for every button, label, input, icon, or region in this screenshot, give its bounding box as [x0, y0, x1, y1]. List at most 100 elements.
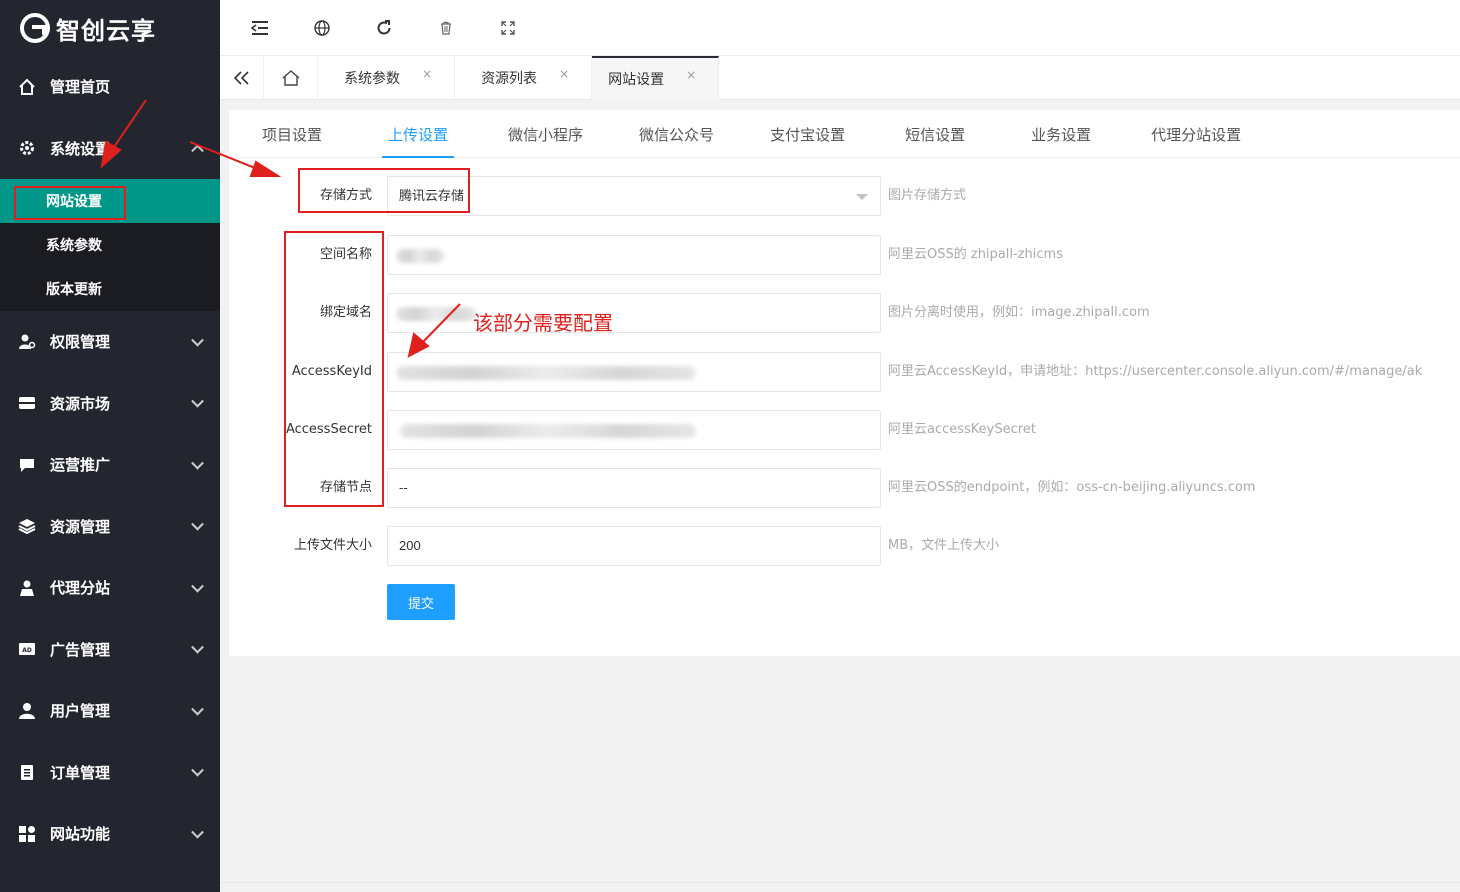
- sidebar-subitem-version-update[interactable]: 版本更新: [0, 267, 220, 311]
- subtab-agent-site-settings[interactable]: 代理分站设置: [1151, 110, 1241, 158]
- logo-icon: [20, 13, 50, 43]
- sidebar-item-permissions[interactable]: 权限管理: [0, 311, 220, 373]
- footer-divider: [220, 882, 1460, 883]
- access-key-id-input[interactable]: [387, 352, 881, 392]
- sidebar-item-label: 用户管理: [50, 702, 111, 721]
- home-icon: [18, 78, 36, 96]
- chevron-down-icon: [191, 333, 204, 347]
- subtab-wechat-miniprogram[interactable]: 微信小程序: [508, 110, 583, 158]
- annotation-box-config-fields: [284, 231, 384, 507]
- ad-icon: AD: [18, 640, 36, 658]
- tab-label: 资源列表: [481, 71, 538, 87]
- sidebar-item-resource-management[interactable]: 资源管理: [0, 496, 220, 558]
- redacted-value: [400, 424, 696, 438]
- sidebar: 智创云享 管理首页 系统设置 网站设置 系统参数 版本更新 权限管理 资源市场: [0, 0, 220, 892]
- home-tab-icon[interactable]: [264, 56, 318, 100]
- access-secret-input[interactable]: [387, 410, 881, 450]
- sidebar-item-label: 代理分站: [50, 579, 111, 598]
- collapse-menu-icon[interactable]: [250, 18, 270, 38]
- sidebar-item-ads[interactable]: AD 广告管理: [0, 619, 220, 681]
- subtab-project-settings[interactable]: 项目设置: [262, 110, 322, 158]
- access-key-id-hint: 阿里云AccessKeyId，申请地址：https://usercenter.c…: [888, 364, 1423, 379]
- sidebar-item-promotion[interactable]: 运营推广: [0, 434, 220, 496]
- globe-icon[interactable]: [312, 18, 332, 38]
- upload-size-label: 上传文件大小: [293, 538, 372, 553]
- sidebar-item-label: 权限管理: [50, 333, 111, 352]
- form-row-access-secret: AccessSecret 阿里云accessKeySecret: [229, 410, 1460, 450]
- subtab-alipay-settings[interactable]: 支付宝设置: [770, 110, 845, 158]
- clipboard-icon: [18, 763, 36, 781]
- form-row-endpoint: 存储节点 -- 阿里云OSS的endpoint，例如：oss-cn-beijin…: [229, 468, 1460, 508]
- trash-icon[interactable]: [436, 18, 456, 38]
- sidebar-item-label: 广告管理: [50, 640, 111, 659]
- sidebar-item-resource-market[interactable]: 资源市场: [0, 373, 220, 435]
- gear-icon: [18, 139, 36, 157]
- grid-icon: [18, 825, 36, 843]
- sidebar-item-label: 网站功能: [50, 825, 111, 844]
- sidebar-item-label: 订单管理: [50, 763, 111, 782]
- subtab-sms-settings[interactable]: 短信设置: [905, 110, 965, 158]
- user-key-icon: [18, 333, 36, 351]
- chevron-down-icon: [191, 641, 204, 654]
- logo[interactable]: 智创云享: [0, 0, 220, 56]
- tab-system-params[interactable]: 系统参数 ×: [318, 56, 456, 100]
- close-icon[interactable]: ×: [422, 67, 432, 81]
- sidebar-subitem-system-params[interactable]: 系统参数: [0, 223, 220, 267]
- subtab-upload-settings[interactable]: 上传设置: [382, 110, 455, 158]
- tab-label: 网站设置: [608, 72, 665, 88]
- chevron-down-icon: [191, 456, 204, 470]
- annotation-text: 该部分需要配置: [473, 311, 613, 335]
- sidebar-item-site-features[interactable]: 网站功能: [0, 803, 220, 865]
- endpoint-hint: 阿里云OSS的endpoint，例如：oss-cn-beijing.aliyun…: [888, 480, 1256, 495]
- form-row-domain: 绑定域名 图片分离时使用，例如：image.zhipall.com: [229, 293, 1460, 333]
- form-row-upload-size: 上传文件大小 200 MB，文件上传大小: [229, 526, 1460, 566]
- bucket-input[interactable]: [387, 235, 881, 275]
- submit-button[interactable]: 提交: [387, 584, 455, 620]
- logo-text: 智创云享: [56, 16, 156, 45]
- subtab-business-settings[interactable]: 业务设置: [1031, 110, 1091, 158]
- redacted-value: [396, 249, 444, 263]
- sidebar-item-system-settings[interactable]: 系统设置: [0, 118, 220, 180]
- layers-icon: [18, 517, 36, 535]
- chevron-down-icon: [191, 579, 204, 593]
- store-icon: [18, 394, 36, 412]
- chevron-down-icon: [191, 395, 204, 408]
- redacted-value: [396, 366, 696, 380]
- subtab-wechat-official[interactable]: 微信公众号: [639, 110, 714, 158]
- page-tabs-bar: 系统参数 × 资源列表 × 网站设置 ×: [220, 56, 1460, 100]
- tabs-scroll-left-icon[interactable]: [220, 56, 264, 100]
- sidebar-item-label: 资源管理: [50, 517, 111, 536]
- access-secret-hint: 阿里云accessKeySecret: [888, 422, 1036, 437]
- fullscreen-icon[interactable]: [498, 18, 518, 38]
- sidebar-item-agent-sites[interactable]: 代理分站: [0, 557, 220, 619]
- agent-icon: [18, 579, 36, 597]
- svg-text:AD: AD: [22, 647, 32, 654]
- sidebar-item-users[interactable]: 用户管理: [0, 680, 220, 742]
- chevron-down-icon: [191, 702, 204, 716]
- refresh-icon[interactable]: [374, 18, 394, 38]
- close-icon[interactable]: ×: [686, 68, 696, 82]
- close-icon[interactable]: ×: [559, 67, 569, 81]
- annotation-box-site-settings: [14, 186, 126, 220]
- top-toolbar: [220, 0, 1460, 56]
- sidebar-item-label: 管理首页: [50, 78, 111, 97]
- storage-hint: 图片存储方式: [888, 188, 967, 203]
- domain-input[interactable]: [387, 293, 881, 333]
- user-icon: [18, 702, 36, 720]
- chevron-down-icon: [191, 764, 204, 777]
- tab-site-settings[interactable]: 网站设置 ×: [592, 56, 720, 100]
- form-row-bucket: 空间名称 阿里云OSS的 zhipall-zhicms: [229, 235, 1460, 275]
- sidebar-item-orders[interactable]: 订单管理: [0, 742, 220, 804]
- chevron-up-icon: [191, 144, 204, 158]
- sidebar-item-home[interactable]: 管理首页: [0, 56, 220, 118]
- tab-resource-list[interactable]: 资源列表 ×: [455, 56, 593, 100]
- chevron-down-icon: [191, 518, 204, 531]
- upload-size-hint: MB，文件上传大小: [888, 538, 1000, 553]
- sidebar-item-label: 系统设置: [50, 139, 111, 158]
- flag-icon: [18, 456, 36, 474]
- annotation-box-storage: [298, 168, 470, 213]
- endpoint-input[interactable]: --: [387, 468, 881, 508]
- chevron-down-icon: [191, 825, 204, 839]
- upload-size-input[interactable]: 200: [387, 526, 881, 566]
- redacted-value: [396, 307, 476, 321]
